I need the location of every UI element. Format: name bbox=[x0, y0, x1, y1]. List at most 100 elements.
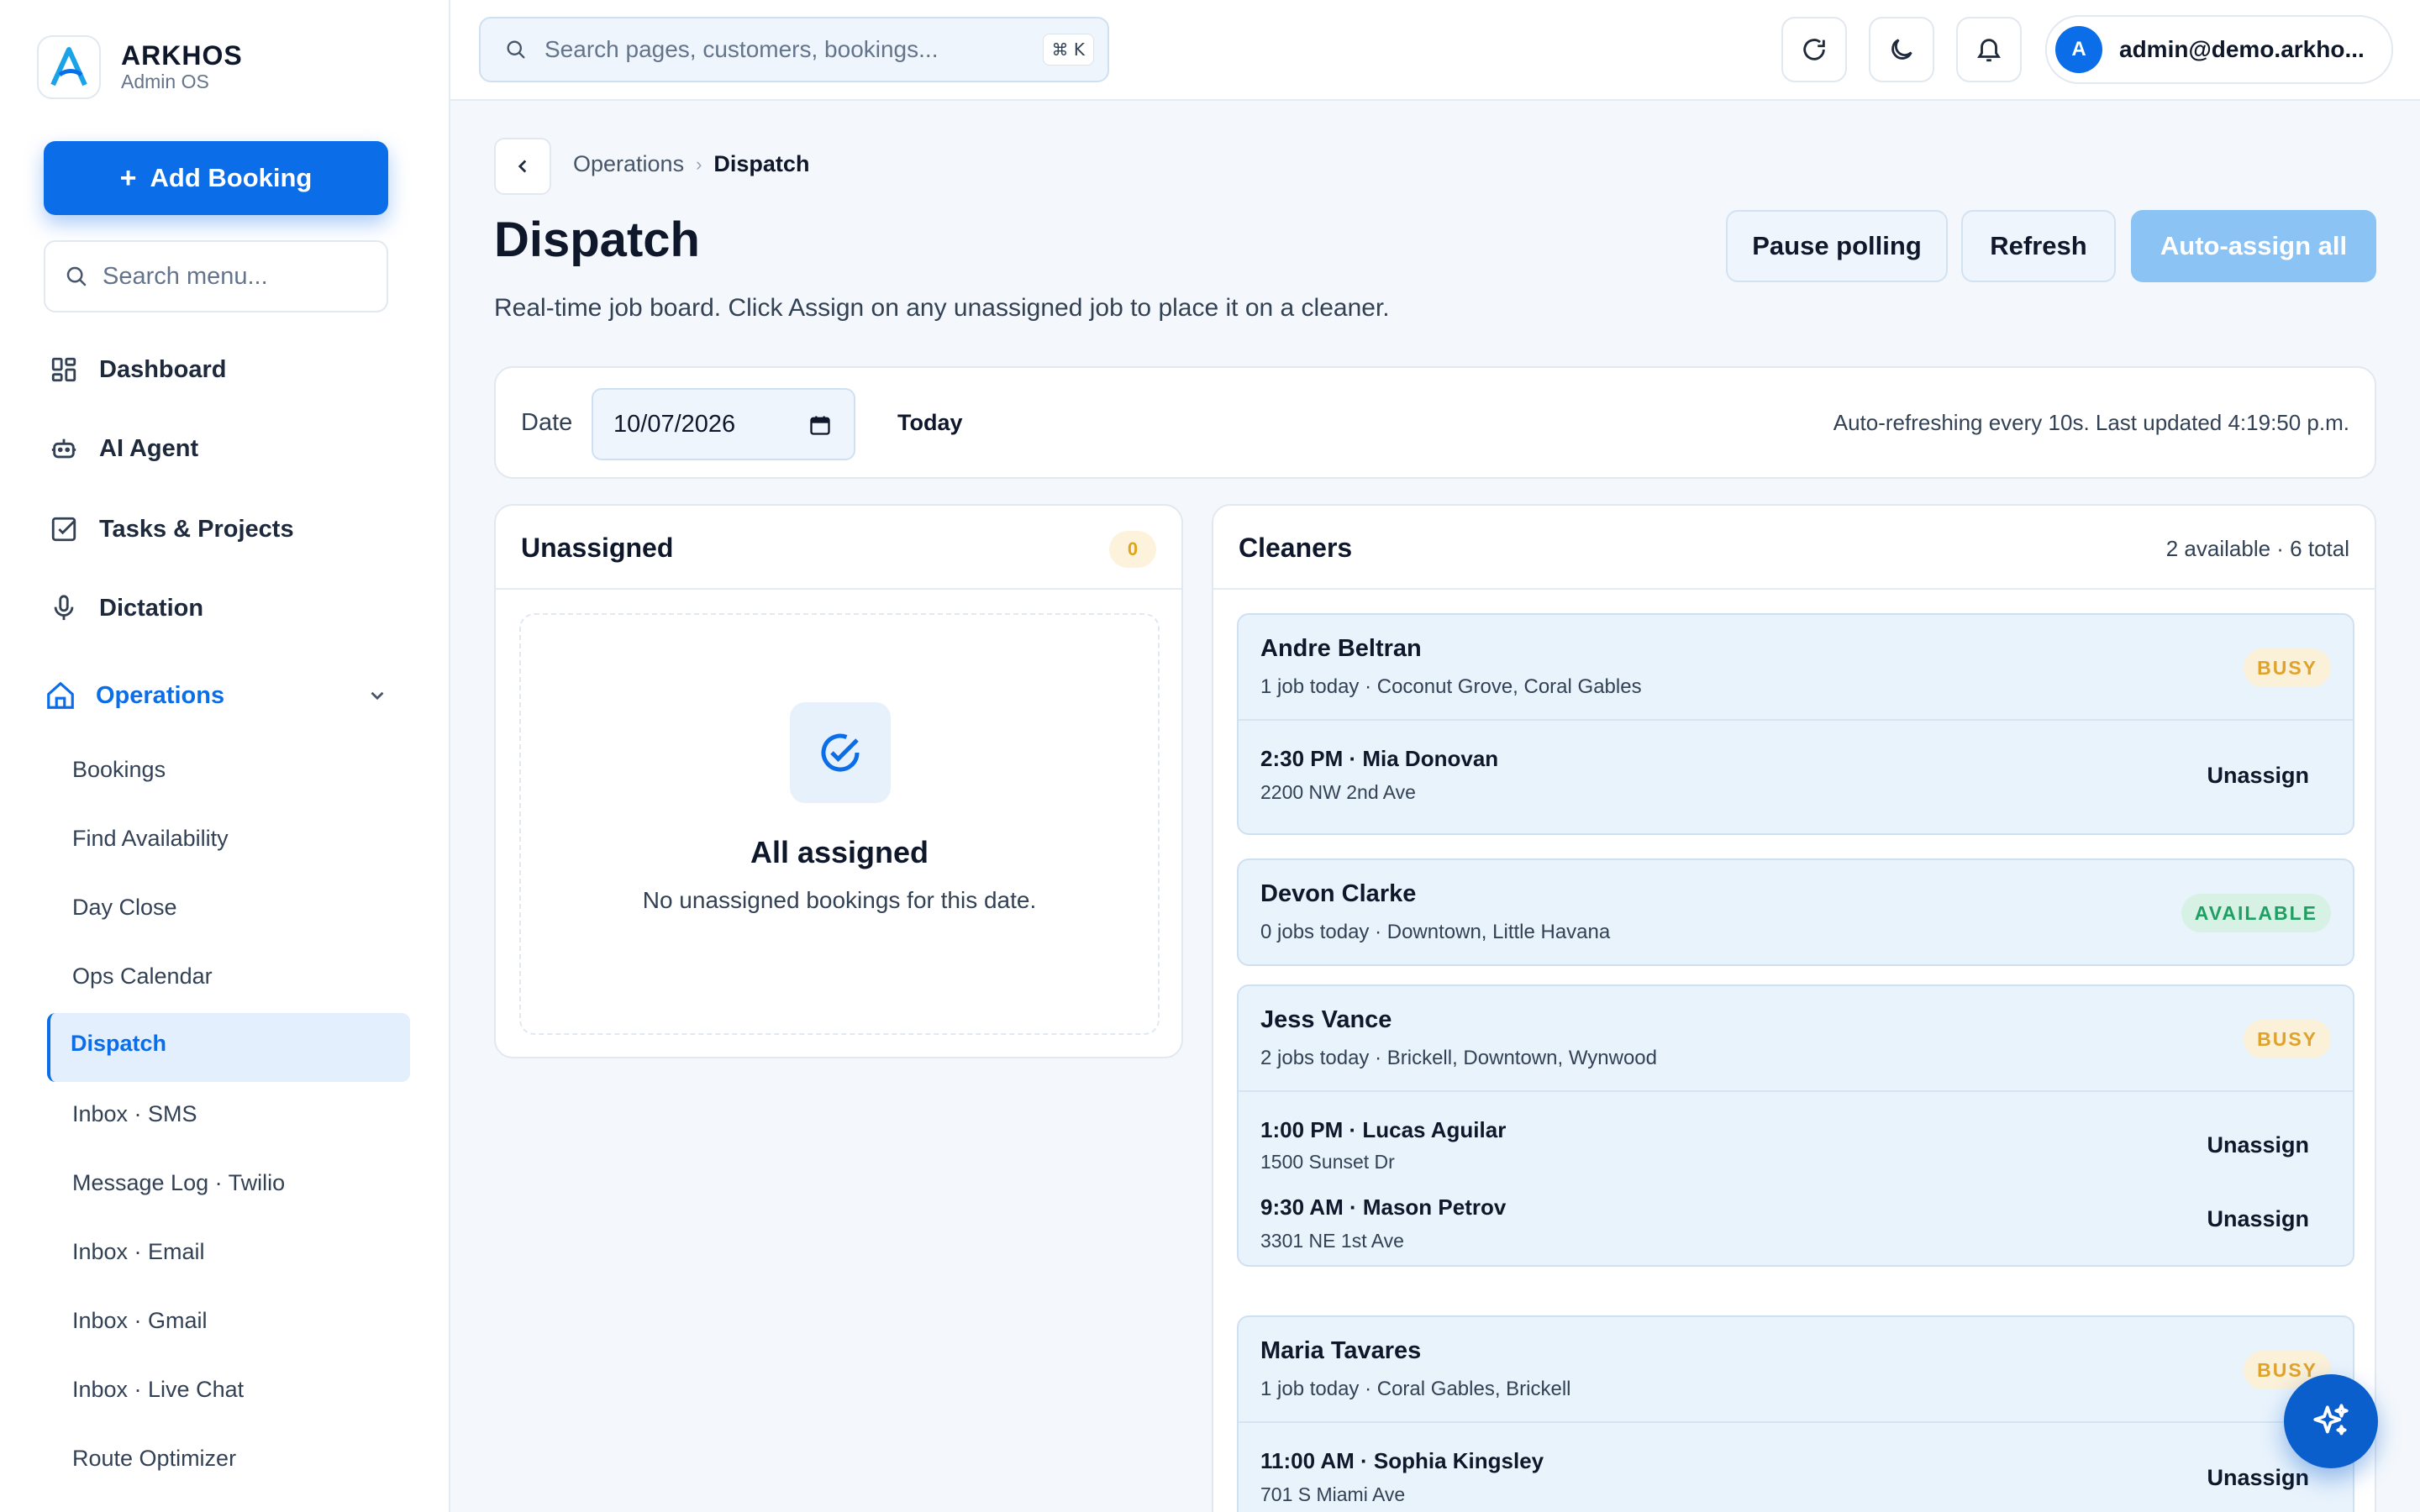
add-booking-button[interactable]: + Add Booking bbox=[44, 141, 388, 215]
sidebar-item-tasks-projects[interactable]: Tasks & Projects bbox=[47, 504, 294, 554]
menu-search-placeholder: Search menu... bbox=[103, 262, 268, 290]
back-button[interactable] bbox=[494, 138, 551, 195]
cleaners-panel: Cleaners 2 available · 6 total Andre Bel… bbox=[1212, 504, 2376, 1512]
ai-assistant-button[interactable] bbox=[2284, 1374, 2378, 1468]
sidebar-item-label: Dictation bbox=[99, 594, 204, 622]
sidebar-subitem-find-availability[interactable]: Find Availability bbox=[72, 822, 229, 855]
breadcrumb-separator-icon: › bbox=[696, 153, 702, 175]
sidebar-subitem-label: Dispatch bbox=[71, 1031, 167, 1056]
sidebar-item-label: Operations bbox=[96, 681, 225, 709]
reload-button[interactable] bbox=[1781, 17, 1847, 82]
cleaner-name: Maria Tavares bbox=[1260, 1337, 1422, 1364]
cleaners-title: Cleaners bbox=[1239, 533, 1353, 563]
search-icon bbox=[507, 40, 525, 59]
calendar-icon[interactable] bbox=[808, 413, 832, 437]
user-menu[interactable]: A admin@demo.arkho... bbox=[2045, 15, 2393, 84]
brand-name: ARKHOS bbox=[121, 40, 243, 71]
unassign-button[interactable]: Unassign bbox=[2207, 1206, 2309, 1232]
bell-icon bbox=[1977, 39, 2001, 62]
empty-state-subtitle: No unassigned bookings for this date. bbox=[642, 887, 1037, 913]
refresh-icon bbox=[1803, 39, 1825, 60]
add-booking-label: Add Booking bbox=[150, 163, 313, 192]
notifications-button[interactable] bbox=[1956, 17, 2022, 82]
job-title: 11:00 AM · Sophia Kingsley bbox=[1260, 1448, 1544, 1473]
status-badge: BUSY bbox=[2244, 648, 2331, 687]
sidebar: ARKHOS Admin OS + Add Booking Search men… bbox=[0, 0, 450, 1512]
cleaner-summary: 1 job today · Coral Gables, Brickell bbox=[1260, 1378, 1571, 1400]
theme-toggle-button[interactable] bbox=[1869, 17, 1934, 82]
user-email: admin@demo.arkho... bbox=[2119, 36, 2365, 62]
job-title: 2:30 PM · Mia Donovan bbox=[1260, 746, 1499, 771]
date-input[interactable]: 10/07/2026 bbox=[592, 388, 855, 460]
sidebar-subitem-day-close[interactable]: Day Close bbox=[72, 890, 177, 924]
job-address: 701 S Miami Ave bbox=[1260, 1483, 1406, 1505]
arkhos-logo-icon bbox=[37, 35, 101, 99]
auto-refresh-status: Auto-refreshing every 10s. Last updated … bbox=[1833, 410, 2349, 435]
job-row: 11:00 AM · Sophia Kingsley 701 S Miami A… bbox=[1239, 1421, 2353, 1512]
cleaner-name: Jess Vance bbox=[1260, 1006, 1392, 1033]
cleaner-name: Andre Beltran bbox=[1260, 635, 1422, 662]
grid-icon bbox=[47, 353, 81, 386]
chevron-left-icon bbox=[518, 160, 527, 173]
unassigned-title: Unassigned bbox=[521, 533, 674, 563]
sparkles-icon bbox=[2313, 1404, 2349, 1436]
date-value: 10/07/2026 bbox=[613, 410, 736, 438]
job-address: 2200 NW 2nd Ave bbox=[1260, 781, 1416, 803]
breadcrumb-operations[interactable]: Operations bbox=[573, 151, 684, 177]
sidebar-subitem-ops-calendar[interactable]: Ops Calendar bbox=[72, 959, 213, 993]
sidebar-subitem-message-log[interactable]: Message Log · Twilio bbox=[72, 1166, 285, 1200]
avatar: A bbox=[2055, 26, 2102, 73]
chevron-down-icon[interactable] bbox=[366, 685, 388, 706]
keyboard-shortcut-badge: ⌘ K bbox=[1042, 34, 1094, 66]
unassign-button[interactable]: Unassign bbox=[2207, 1132, 2309, 1158]
home-icon bbox=[44, 679, 77, 712]
sidebar-subitem-inbox-gmail[interactable]: Inbox · Gmail bbox=[72, 1304, 208, 1337]
topbar: Search pages, customers, bookings... ⌘ K… bbox=[450, 0, 2420, 101]
sidebar-subitem-dispatch[interactable]: Dispatch bbox=[47, 1013, 410, 1082]
sidebar-subitem-inbox-email[interactable]: Inbox · Email bbox=[72, 1235, 205, 1268]
unassign-button[interactable]: Unassign bbox=[2207, 1465, 2309, 1491]
menu-search-input[interactable]: Search menu... bbox=[44, 240, 388, 312]
page-description: Real-time job board. Click Assign on any… bbox=[494, 294, 1390, 322]
cleaner-card: Maria Tavares 1 job today · Coral Gables… bbox=[1237, 1315, 2354, 1512]
moon-icon bbox=[1891, 39, 1912, 60]
sidebar-item-dictation[interactable]: Dictation bbox=[47, 583, 203, 633]
date-label: Date bbox=[521, 409, 573, 436]
plus-icon: + bbox=[119, 161, 137, 194]
today-button[interactable]: Today bbox=[897, 410, 963, 436]
cleaners-summary: 2 available · 6 total bbox=[2165, 536, 2349, 561]
unassigned-panel: Unassigned 0 All assigned No unassigned … bbox=[494, 504, 1183, 1058]
pause-polling-button[interactable]: Pause polling bbox=[1726, 210, 1948, 282]
job-address: 3301 NE 1st Ave bbox=[1260, 1230, 1404, 1252]
sidebar-item-ai-agent[interactable]: AI Agent bbox=[47, 423, 198, 474]
brand[interactable]: ARKHOS Admin OS bbox=[37, 35, 243, 99]
sidebar-subitem-route-optimizer[interactable]: Route Optimizer bbox=[72, 1441, 236, 1475]
sidebar-item-label: AI Agent bbox=[99, 434, 199, 462]
global-search-input[interactable]: Search pages, customers, bookings... ⌘ K bbox=[479, 17, 1109, 82]
job-title: 9:30 AM · Mason Petrov bbox=[1260, 1194, 1507, 1220]
sidebar-subitem-inbox-sms[interactable]: Inbox · SMS bbox=[72, 1097, 197, 1131]
breadcrumb: Operations › Dispatch bbox=[573, 151, 809, 177]
cleaner-name: Devon Clarke bbox=[1260, 880, 1417, 907]
unassigned-count-badge: 0 bbox=[1109, 531, 1156, 568]
breadcrumb-current: Dispatch bbox=[713, 151, 810, 176]
search-icon bbox=[66, 266, 87, 286]
cleaner-summary: 0 jobs today · Downtown, Little Havana bbox=[1260, 921, 1611, 943]
sidebar-item-dashboard[interactable]: Dashboard bbox=[47, 344, 226, 395]
job-address: 1500 Sunset Dr bbox=[1260, 1151, 1395, 1173]
auto-assign-all-button[interactable]: Auto-assign all bbox=[2131, 210, 2376, 282]
brand-subtitle: Admin OS bbox=[121, 71, 209, 92]
global-search-placeholder: Search pages, customers, bookings... bbox=[544, 36, 939, 62]
sidebar-subitem-bookings[interactable]: Bookings bbox=[72, 753, 166, 786]
microphone-icon bbox=[47, 591, 81, 625]
date-filter-bar: Date 10/07/2026 Today Auto-refreshing ev… bbox=[494, 366, 2376, 479]
page-title: Dispatch bbox=[494, 213, 700, 267]
unassign-button[interactable]: Unassign bbox=[2207, 763, 2309, 789]
sidebar-subitem-inbox-live-chat[interactable]: Inbox · Live Chat bbox=[72, 1373, 244, 1406]
empty-state-title: All assigned bbox=[750, 835, 929, 869]
cleaner-card: Devon Clarke 0 jobs today · Downtown, Li… bbox=[1237, 858, 2354, 966]
refresh-button[interactable]: Refresh bbox=[1961, 210, 2116, 282]
job-title: 1:00 PM · Lucas Aguilar bbox=[1260, 1117, 1507, 1142]
cleaner-summary: 2 jobs today · Brickell, Downtown, Wynwo… bbox=[1260, 1047, 1657, 1069]
sidebar-item-operations[interactable]: Operations bbox=[44, 670, 224, 721]
